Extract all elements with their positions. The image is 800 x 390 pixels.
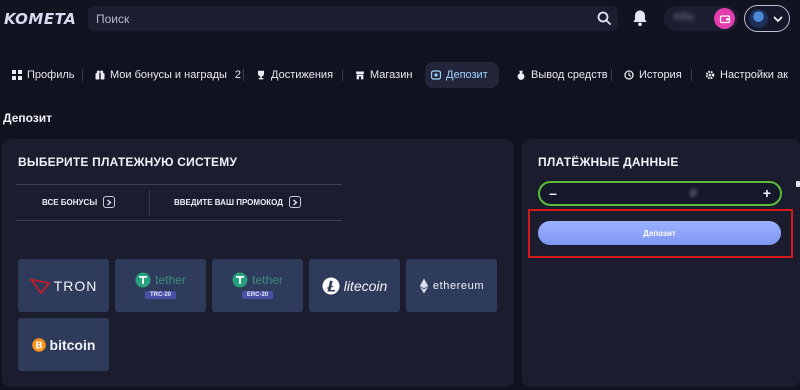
nav-label: Достижения xyxy=(271,69,334,81)
nav-divider xyxy=(243,69,244,81)
litecoin-logo-icon xyxy=(322,277,340,294)
history-icon xyxy=(624,70,634,80)
nav-item-shop[interactable]: Магазин xyxy=(349,62,418,88)
payment-method-ethereum[interactable]: ethereum xyxy=(406,259,497,312)
user-menu-button[interactable] xyxy=(744,5,790,32)
payment-method-name: tether xyxy=(252,273,283,287)
tether-logo-icon xyxy=(135,272,151,288)
bonus-count-badge: 2 xyxy=(234,69,242,81)
payment-system-heading: ВЫБЕРИТЕ ПЛАТЕЖНУЮ СИСТЕМУ xyxy=(18,155,238,169)
nav-item-history[interactable]: История xyxy=(618,62,688,88)
site-logo[interactable]: KOMETA xyxy=(4,10,76,28)
payment-method-tether-trc20[interactable]: tether TRC-20 xyxy=(115,259,206,312)
nav-item-deposit[interactable]: Депозит xyxy=(425,62,499,88)
search-icon[interactable] xyxy=(596,10,612,26)
deposit-icon xyxy=(431,70,441,80)
nav-item-settings[interactable]: Настройки ак xyxy=(699,62,794,88)
payment-method-name: tether xyxy=(155,273,186,287)
grid-icon xyxy=(12,70,22,80)
top-header: KOMETA KRa xyxy=(0,0,800,38)
scroll-edge-marker xyxy=(796,181,800,187)
balance-amount: KRa xyxy=(674,12,694,23)
amount-value: ₽ xyxy=(690,188,697,200)
ethereum-logo-icon xyxy=(419,278,429,293)
gear-icon xyxy=(705,70,715,80)
all-bonuses-button[interactable]: ВСЕ БОНУСЫ xyxy=(42,196,116,208)
payment-details-heading: ПЛАТЁЖНЫЕ ДАННЫЕ xyxy=(538,155,679,169)
payment-method-name: TRON xyxy=(53,277,98,294)
nav-label: Мои бонусы и награды xyxy=(110,69,227,81)
page-title: Депозит xyxy=(3,111,53,125)
nav-divider xyxy=(82,69,83,81)
promo-code-label: ВВЕДИТЕ ВАШ ПРОМОКОД xyxy=(174,197,283,207)
nav-item-profile[interactable]: Профиль xyxy=(6,62,81,88)
nav-label: Вывод средств xyxy=(531,69,608,81)
increase-amount-button[interactable]: + xyxy=(758,185,776,201)
nav-item-bonuses[interactable]: Мои бонусы и награды 2 xyxy=(89,62,247,88)
nav-item-withdraw[interactable]: Вывод средств xyxy=(510,62,614,88)
avatar xyxy=(749,9,768,28)
withdraw-icon xyxy=(517,70,525,80)
nav-label: Профиль xyxy=(27,69,75,81)
nav-label: Депозит xyxy=(446,69,488,81)
trophy-icon xyxy=(258,70,264,80)
chevron-right-icon xyxy=(289,196,301,208)
all-bonuses-label: ВСЕ БОНУСЫ xyxy=(42,197,98,207)
nav-divider xyxy=(342,69,343,81)
network-badge: ERC-20 xyxy=(241,291,274,299)
search-bar xyxy=(88,6,618,31)
payment-method-litecoin[interactable]: litecoin xyxy=(309,259,400,312)
network-badge: TRC-20 xyxy=(144,291,176,299)
nav-label: История xyxy=(639,69,682,81)
search-input[interactable] xyxy=(96,9,576,28)
amount-stepper[interactable]: – ₽ + xyxy=(538,181,782,206)
highlight-annotation xyxy=(528,209,793,258)
payment-method-tron[interactable]: TRON xyxy=(18,259,109,312)
tron-logo-icon xyxy=(29,278,50,294)
balance-widget[interactable]: KRa xyxy=(664,6,738,31)
payment-method-name: litecoin xyxy=(343,277,388,294)
svg-text:B: B xyxy=(35,340,42,351)
shop-icon xyxy=(355,71,365,80)
wallet-icon[interactable] xyxy=(714,8,735,29)
payment-system-panel: ВЫБЕРИТЕ ПЛАТЕЖНУЮ СИСТЕМУ ВСЕ БОНУСЫ ВВ… xyxy=(2,139,514,387)
payment-method-bitcoin[interactable]: B bitcoin xyxy=(18,318,109,371)
nav-divider xyxy=(611,69,612,81)
chevron-down-icon xyxy=(773,16,783,23)
promo-code-button[interactable]: ВВЕДИТЕ ВАШ ПРОМОКОД xyxy=(174,196,301,208)
payment-method-name: ethereum xyxy=(432,279,485,292)
tether-logo-icon xyxy=(232,272,248,288)
payment-details-panel: ПЛАТЁЖНЫЕ ДАННЫЕ – ₽ + Депозит xyxy=(522,139,800,387)
payment-method-name: bitcoin xyxy=(49,336,96,353)
nav-divider xyxy=(691,69,692,81)
bitcoin-logo-icon: B xyxy=(31,337,46,352)
account-nav: Профиль Мои бонусы и награды 2 Достижени… xyxy=(0,60,800,90)
nav-label: Магазин xyxy=(370,69,413,81)
gift-icon xyxy=(95,70,105,80)
bonus-tabs: ВСЕ БОНУСЫ ВВЕДИТЕ ВАШ ПРОМОКОД xyxy=(16,184,342,221)
tab-divider xyxy=(149,190,150,216)
nav-label: Настройки ак xyxy=(720,69,788,81)
bell-icon[interactable] xyxy=(630,8,650,28)
decrease-amount-button[interactable]: – xyxy=(544,185,562,201)
payment-method-tether-erc20[interactable]: tether ERC-20 xyxy=(212,259,303,312)
nav-item-achievements[interactable]: Достижения xyxy=(250,62,339,88)
chevron-right-icon xyxy=(103,196,116,208)
